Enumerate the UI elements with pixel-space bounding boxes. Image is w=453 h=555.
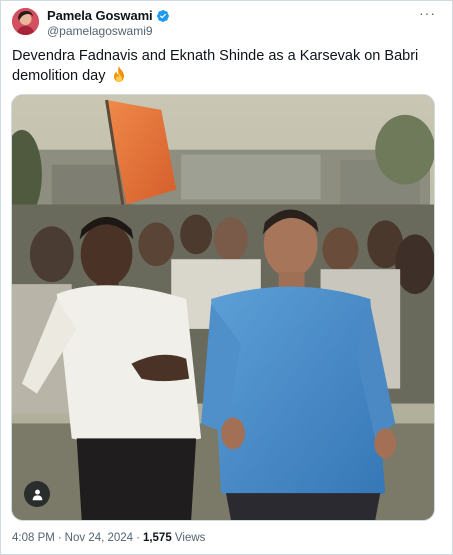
fire-icon [112, 66, 126, 82]
tweet-text: Devendra Fadnavis and Eknath Shinde as a… [12, 46, 432, 86]
tweet-card[interactable]: Pamela Goswami @pamelagoswami9 ··· Deven… [0, 0, 453, 555]
author-handle[interactable]: @pamelagoswami9 [47, 24, 153, 38]
tweet-date[interactable]: Nov 24, 2024 [65, 532, 133, 544]
tweet-photo[interactable] [11, 94, 435, 521]
tweet-text-content: Devendra Fadnavis and Eknath Shinde as a… [12, 48, 419, 84]
meta-separator-2: · [136, 532, 140, 544]
person-icon[interactable] [24, 481, 50, 507]
verified-badge-icon [156, 9, 170, 23]
views-count: 1,575 [142, 532, 172, 544]
avatar[interactable] [12, 8, 39, 35]
tweet-meta: 4:08 PM · Nov 24, 2024 · 1,575 Views [12, 532, 205, 544]
views-label: Views [174, 532, 206, 544]
more-horizontal-icon[interactable]: ··· [419, 6, 436, 20]
author-display-name[interactable]: Pamela Goswami [47, 8, 153, 23]
author-name-row: Pamela Goswami [47, 8, 170, 23]
photo-image [12, 95, 434, 520]
tweet-time[interactable]: 4:08 PM [12, 532, 55, 544]
meta-separator: · [57, 532, 62, 544]
